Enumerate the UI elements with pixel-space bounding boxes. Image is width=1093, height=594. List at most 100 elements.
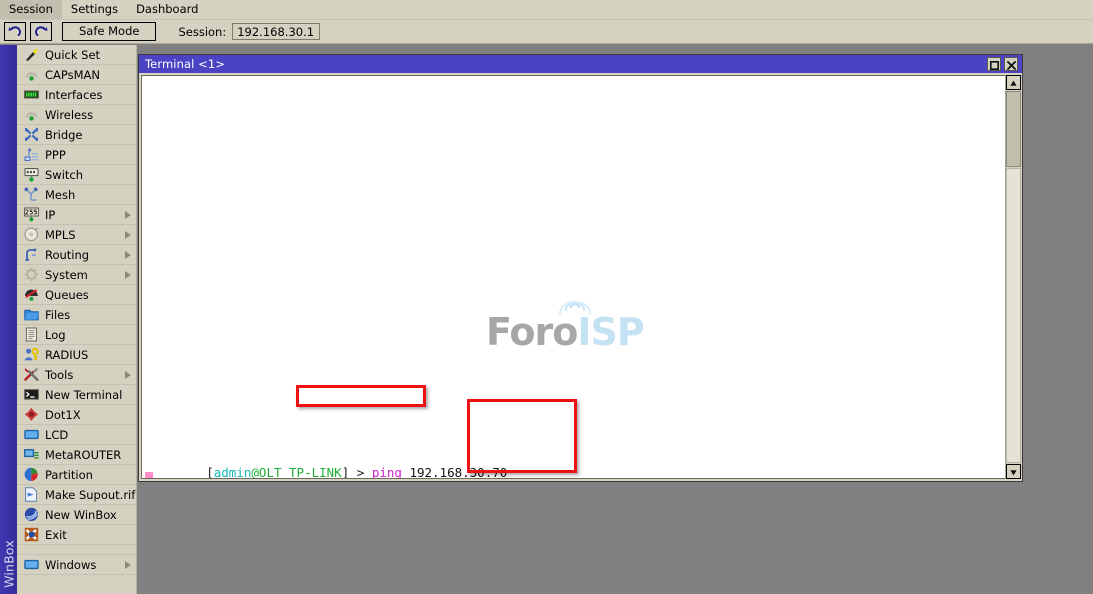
- undo-arrow-icon: [8, 25, 22, 38]
- scroll-down-arrow-icon: [1009, 462, 1018, 481]
- sidebar-item-queues[interactable]: Queues: [17, 285, 136, 305]
- close-button[interactable]: [1004, 57, 1018, 71]
- scrollbar-thumb[interactable]: [1006, 91, 1021, 167]
- undo-button[interactable]: [4, 22, 26, 41]
- menu-item-session[interactable]: Session: [0, 0, 62, 19]
- sidebar-item-switch[interactable]: Switch: [17, 165, 136, 185]
- prompt-host: @OLT TP-LINK: [251, 465, 341, 479]
- dot1x-icon: [23, 407, 40, 423]
- terminal-text: [admin@OLT TP-LINK] > ping 192.168.30.70…: [142, 76, 1019, 479]
- exit-icon: [23, 527, 40, 543]
- submenu-arrow-icon: [125, 251, 131, 259]
- sidebar-item-exit[interactable]: Exit: [17, 525, 136, 545]
- tools-icon: [23, 367, 40, 383]
- sidebar-item-label: Tools: [45, 368, 73, 382]
- sidebar-item-label: RADIUS: [45, 348, 88, 362]
- sidebar-item-dot1x[interactable]: Dot1X: [17, 405, 136, 425]
- prompt-caret: >: [349, 465, 372, 479]
- main-toolbar: Safe Mode Session: 192.168.30.1: [0, 20, 1093, 44]
- menu-item-settings[interactable]: Settings: [62, 0, 127, 19]
- sidebar-menu: Quick Set CAPsMAN Interfaces Wireless Bridge…: [17, 45, 137, 594]
- mesh-icon: [23, 187, 40, 203]
- ppp-icon: [23, 147, 40, 163]
- sidebar-item-label: CAPsMAN: [45, 68, 100, 82]
- sidebar-item-label: Queues: [45, 288, 89, 302]
- folder-icon: [23, 307, 40, 323]
- sidebar-item-partition[interactable]: Partition: [17, 465, 136, 485]
- sidebar-item-log[interactable]: Log: [17, 325, 136, 345]
- new-winbox-icon: [23, 507, 40, 523]
- sidebar-item-new-terminal[interactable]: New Terminal: [17, 385, 136, 405]
- terminal-command-keyword: ping: [372, 465, 402, 479]
- sidebar-item-label: Make Supout.rif: [45, 488, 135, 502]
- terminal-titlebar[interactable]: Terminal <1>: [139, 55, 1022, 73]
- sidebar-item-routing[interactable]: Routing: [17, 245, 136, 265]
- sidebar-item-ppp[interactable]: PPP: [17, 145, 136, 165]
- prompt-open-bracket: [: [206, 465, 214, 479]
- sidebar-item-interfaces[interactable]: Interfaces: [17, 85, 136, 105]
- sidebar-item-system[interactable]: System: [17, 265, 136, 285]
- terminal-output-area[interactable]: ForoISP [admin@OLT TP-LINK] > ping 192.1…: [141, 75, 1020, 479]
- safe-mode-button[interactable]: Safe Mode: [62, 22, 156, 41]
- terminal-window: Terminal <1> ForoISP: [138, 54, 1023, 482]
- redo-arrow-icon: [34, 25, 48, 38]
- redo-button[interactable]: [30, 22, 52, 41]
- routing-icon: [23, 247, 40, 263]
- wand-icon: [23, 47, 40, 63]
- maximize-button[interactable]: [987, 57, 1001, 71]
- antenna-icon: [23, 67, 40, 83]
- submenu-arrow-icon: [125, 271, 131, 279]
- sidebar-item-quick-set[interactable]: Quick Set: [17, 45, 136, 65]
- scrollbar-track[interactable]: [1006, 168, 1021, 463]
- switch-icon: [23, 167, 40, 183]
- sidebar-item-ip[interactable]: 255IP: [17, 205, 136, 225]
- sidebar-item-bridge[interactable]: Bridge: [17, 125, 136, 145]
- sidebar-item-files[interactable]: Files: [17, 305, 136, 325]
- lcd-icon: [23, 427, 40, 443]
- sidebar-item-label: New WinBox: [45, 508, 117, 522]
- sidebar-item-label: Log: [45, 328, 66, 342]
- sidebar-item-capsman[interactable]: CAPsMAN: [17, 65, 136, 85]
- ip-255-icon: 255: [23, 207, 40, 223]
- sidebar-item-label: Partition: [45, 468, 93, 482]
- scrollbar-down-button[interactable]: [1006, 464, 1021, 479]
- scroll-up-arrow-icon: [1009, 73, 1018, 92]
- submenu-arrow-icon: [125, 231, 131, 239]
- bridge-icon: [23, 127, 40, 143]
- sidebar-item-make-supout-rif[interactable]: Make Supout.rif: [17, 485, 136, 505]
- sidebar-item-label: Routing: [45, 248, 89, 262]
- windows-icon: [23, 557, 40, 573]
- session-address-field[interactable]: 192.168.30.1: [232, 23, 320, 40]
- sidebar-item-label: Quick Set: [45, 48, 100, 62]
- sidebar-item-mesh[interactable]: Mesh: [17, 185, 136, 205]
- sidebar-item-label: Bridge: [45, 128, 83, 142]
- prompt-user: admin: [214, 465, 252, 479]
- sidebar-item-new-winbox[interactable]: New WinBox: [17, 505, 136, 525]
- sidebar-item-wireless[interactable]: Wireless: [17, 105, 136, 125]
- system-gear-icon: [23, 267, 40, 283]
- mpls-disc-icon: [23, 227, 40, 243]
- sidebar-item-label: System: [45, 268, 88, 282]
- radius-key-icon: [23, 347, 40, 363]
- menu-item-dashboard[interactable]: Dashboard: [127, 0, 207, 19]
- sidebar-item-metarouter[interactable]: MetaROUTER: [17, 445, 136, 465]
- sidebar-item-label: Wireless: [45, 108, 93, 122]
- terminal-prompt-line: [admin@OLT TP-LINK] > ping 192.168.30.70: [142, 452, 1019, 466]
- sidebar-item-label: Files: [45, 308, 70, 322]
- interface-icon: [23, 87, 40, 103]
- sidebar-item-mpls[interactable]: MPLS: [17, 225, 136, 245]
- sidebar-item-label: Dot1X: [45, 408, 81, 422]
- submenu-arrow-icon: [125, 371, 131, 379]
- sidebar-item-radius[interactable]: RADIUS: [17, 345, 136, 365]
- log-page-icon: [23, 327, 40, 343]
- sidebar-item-lcd[interactable]: LCD: [17, 425, 136, 445]
- menu-bar: Session Settings Dashboard: [0, 0, 1093, 20]
- sidebar-item-tools[interactable]: Tools: [17, 365, 136, 385]
- session-label: Session:: [178, 25, 226, 39]
- sidebar-item-label: Switch: [45, 168, 83, 182]
- terminal-cursor: [145, 472, 153, 479]
- terminal-scrollbar[interactable]: [1005, 75, 1020, 479]
- sidebar-item-label: New Terminal: [45, 388, 122, 402]
- scrollbar-up-button[interactable]: [1006, 75, 1021, 90]
- sidebar-item-windows[interactable]: Windows: [17, 555, 136, 575]
